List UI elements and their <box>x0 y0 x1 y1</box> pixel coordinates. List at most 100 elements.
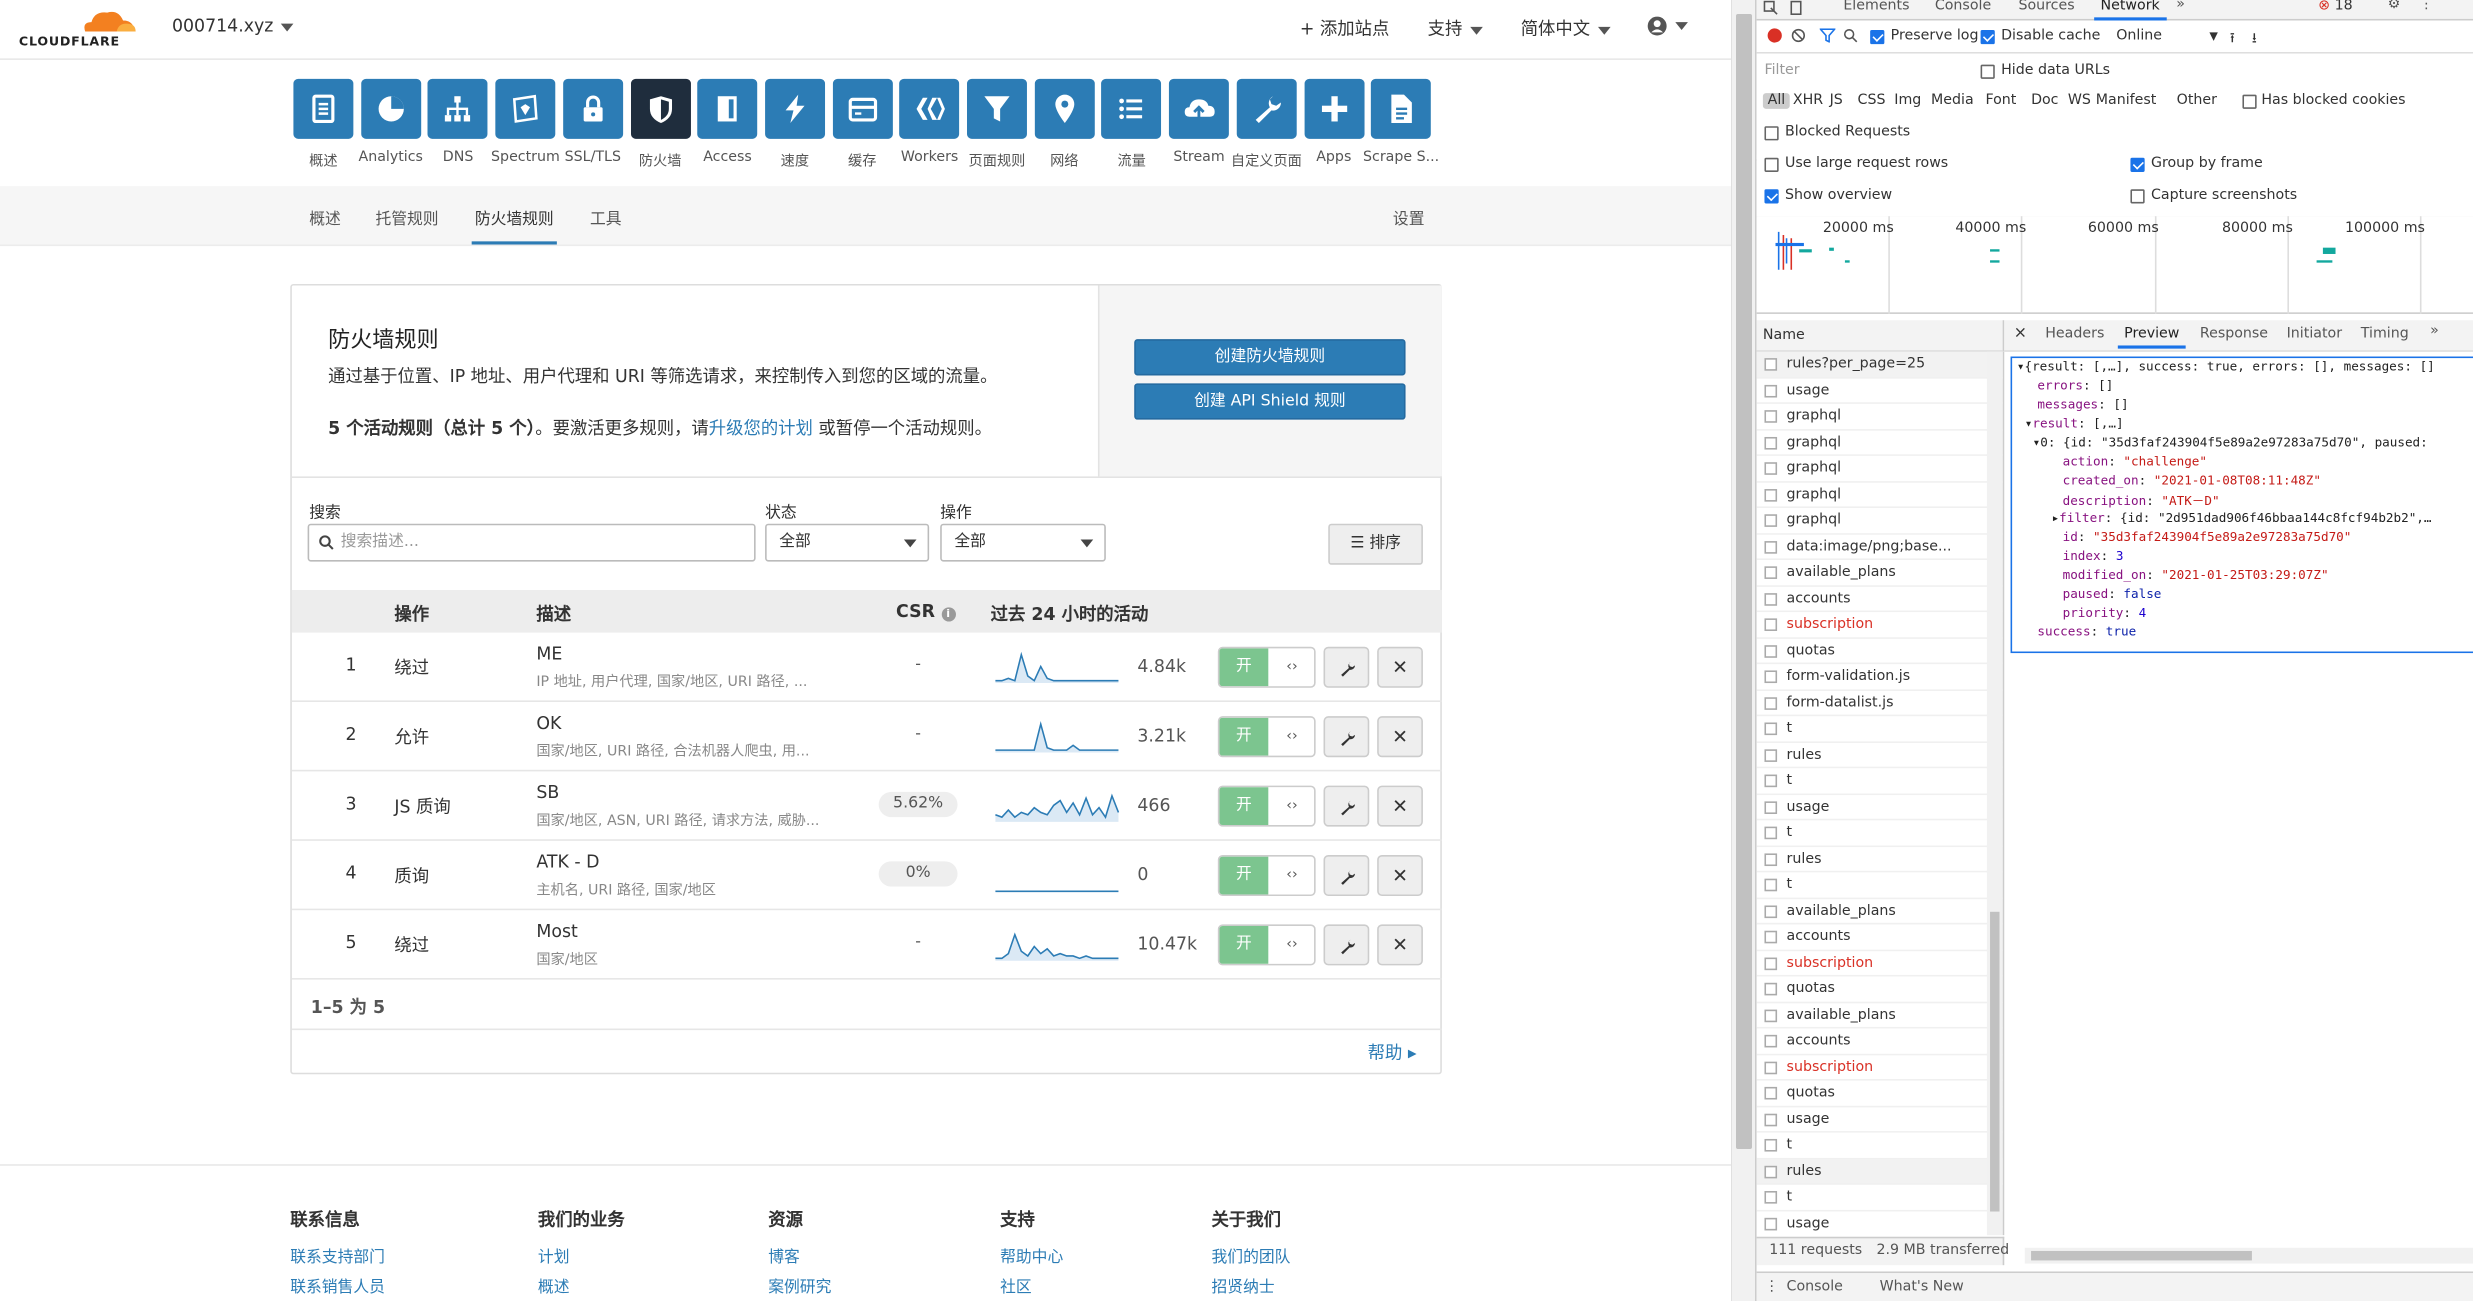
type-filter-img[interactable]: Img <box>1894 93 1921 109</box>
app-lightning-button[interactable] <box>764 78 825 139</box>
request-row[interactable]: t <box>1756 872 2003 899</box>
request-row[interactable]: accounts <box>1756 924 2003 951</box>
page-scrollbar-thumb[interactable] <box>1736 14 1752 1149</box>
json-result[interactable]: ▾result: [,…] <box>2025 416 2124 430</box>
app-plus-button[interactable] <box>1303 78 1364 139</box>
capture-screenshots-checkbox[interactable] <box>2130 189 2145 204</box>
request-row[interactable]: accounts <box>1756 586 2003 613</box>
request-row[interactable]: rules <box>1756 742 2003 769</box>
edit-rule-button[interactable] <box>1323 646 1370 688</box>
language-menu[interactable]: 简体中文 <box>1521 16 1611 41</box>
request-row[interactable]: form-validation.js <box>1756 664 2003 691</box>
request-row[interactable]: graphql <box>1756 430 2003 456</box>
delete-rule-button[interactable]: ✕ <box>1377 855 1423 897</box>
close-icon[interactable]: × <box>2014 325 2027 342</box>
app-analytics-button[interactable] <box>360 78 421 139</box>
request-row[interactable]: t <box>1756 716 2003 743</box>
request-row[interactable]: rules?per_page=25 <box>1756 351 2003 378</box>
edit-rule-button[interactable] <box>1323 716 1370 758</box>
upgrade-plan-link[interactable]: 升级您的计划 <box>709 418 813 439</box>
rule-enable-toggle[interactable]: 开 ‹› <box>1217 924 1316 966</box>
clear-icon[interactable] <box>1791 28 1806 43</box>
app-access-button[interactable] <box>697 78 758 139</box>
info-icon[interactable]: i <box>941 607 956 622</box>
json-root[interactable]: ▾{result: [,…], success: true, errors: [… <box>2017 360 2435 374</box>
request-row[interactable]: quotas <box>1756 638 2003 665</box>
request-row[interactable]: t <box>1756 1133 2003 1159</box>
preview-h-scrollbar-thumb[interactable] <box>2031 1250 2252 1261</box>
request-row[interactable]: available_plans <box>1756 1003 2003 1029</box>
footer-link[interactable]: 案例研究 <box>768 1273 831 1296</box>
request-row[interactable]: usage <box>1757 1211 2003 1235</box>
rule-enable-toggle[interactable]: 开 ‹› <box>1217 785 1316 827</box>
edit-rule-button[interactable] <box>1323 924 1370 966</box>
type-filter-manifest[interactable]: Manifest <box>2096 93 2157 109</box>
delete-rule-button[interactable]: ✕ <box>1377 716 1423 758</box>
export-har-icon[interactable]: ⭳ <box>2252 27 2257 52</box>
group-by-frame-checkbox[interactable] <box>2130 157 2145 172</box>
device-toolbar-icon[interactable] <box>1788 0 1804 16</box>
app-overview-button[interactable] <box>293 78 354 139</box>
support-menu[interactable]: 支持 <box>1428 16 1483 41</box>
request-row[interactable]: available_plans <box>1756 560 2003 587</box>
large-rows-checkbox[interactable] <box>1764 157 1779 172</box>
request-row[interactable]: usage <box>1756 378 2003 404</box>
create-firewall-rule-button[interactable]: 创建防火墙规则 <box>1134 339 1406 376</box>
name-column-header[interactable]: Name <box>1756 320 2005 352</box>
app-lock-button[interactable] <box>562 78 623 139</box>
request-row[interactable]: rules <box>1756 1158 2003 1185</box>
app-spectrum-button[interactable] <box>495 78 556 139</box>
tab-managed-rules[interactable]: 托管规则 <box>375 205 438 228</box>
request-row[interactable]: usage <box>1756 794 2003 821</box>
app-cloud-upload-button[interactable] <box>1169 78 1230 139</box>
preview-h-scrollbar[interactable] <box>2024 1247 2473 1264</box>
json-item-0[interactable]: ▾0: {id: "35d3faf243904f5e89a2e97283a75d… <box>2033 435 2428 449</box>
blocked-requests-checkbox[interactable] <box>1764 126 1779 141</box>
edit-rule-button[interactable] <box>1323 855 1370 897</box>
has-blocked-cookies-checkbox[interactable] <box>2242 94 2257 109</box>
show-overview-checkbox[interactable] <box>1764 189 1779 204</box>
app-list-button[interactable] <box>1101 78 1162 139</box>
rule-name[interactable]: ATK - D <box>536 852 599 873</box>
app-cache-button[interactable] <box>832 78 893 139</box>
more-options-icon[interactable]: ⋮ <box>2419 0 2433 13</box>
request-row[interactable]: graphql <box>1756 482 2003 508</box>
tab-tools[interactable]: 工具 <box>590 205 622 228</box>
account-selector[interactable]: 000714.xyz <box>172 16 294 36</box>
request-row[interactable]: t <box>1756 768 2003 795</box>
footer-link[interactable]: 计划 <box>538 1243 625 1266</box>
tab-preview[interactable]: Preview <box>2117 327 2186 349</box>
type-filter-js[interactable]: JS <box>1830 93 1843 109</box>
add-site-link[interactable]: + 添加站点 <box>1300 16 1389 41</box>
footer-link[interactable]: 帮助中心 <box>1000 1243 1063 1266</box>
drawer-tab-whats-new[interactable]: What's New <box>1880 1279 1964 1295</box>
tab-elements[interactable]: Elements <box>1843 0 1909 14</box>
app-wrench-button[interactable] <box>1236 78 1297 139</box>
rule-name[interactable]: OK <box>536 713 561 734</box>
type-filter-all[interactable]: All <box>1762 93 1790 109</box>
type-filter-xhr[interactable]: XHR <box>1793 93 1823 109</box>
type-filter-doc[interactable]: Doc <box>2031 93 2058 109</box>
hide-data-urls-checkbox[interactable] <box>1980 64 1995 79</box>
tab-firewall-rules[interactable]: 防火墙规则 <box>471 205 557 245</box>
timeline-overview[interactable]: 20000 ms 40000 ms 60000 ms 80000 ms 1000… <box>1756 216 2473 314</box>
rule-name[interactable]: ME <box>536 644 562 665</box>
json-filter[interactable]: ▸filter: {id: "2d951dad906f46bbaa144c8fc… <box>2052 511 2432 525</box>
app-workers-button[interactable] <box>899 78 960 139</box>
footer-link[interactable]: 概述 <box>538 1273 625 1296</box>
preserve-log-checkbox[interactable] <box>1870 29 1885 45</box>
settings-gear-icon[interactable]: ⚙ <box>2388 0 2401 13</box>
request-row[interactable]: data:image/png;base... <box>1756 534 2003 561</box>
request-list-scrollbar[interactable] <box>1986 351 2003 1236</box>
sort-button[interactable]: ☰ 排序 <box>1328 523 1423 565</box>
tab-headers[interactable]: Headers <box>2045 327 2104 343</box>
rule-enable-toggle[interactable]: 开 ‹› <box>1217 855 1316 897</box>
request-row[interactable]: graphql <box>1756 404 2003 430</box>
request-row[interactable]: graphql <box>1756 456 2003 482</box>
settings-link[interactable]: 设置 <box>1393 205 1425 228</box>
request-row[interactable]: form-datalist.js <box>1756 690 2003 717</box>
disable-cache-checkbox[interactable] <box>1980 29 1995 45</box>
request-row[interactable]: usage <box>1756 1107 2003 1133</box>
request-row[interactable]: available_plans <box>1756 898 2003 925</box>
app-filter-button[interactable] <box>967 78 1027 139</box>
